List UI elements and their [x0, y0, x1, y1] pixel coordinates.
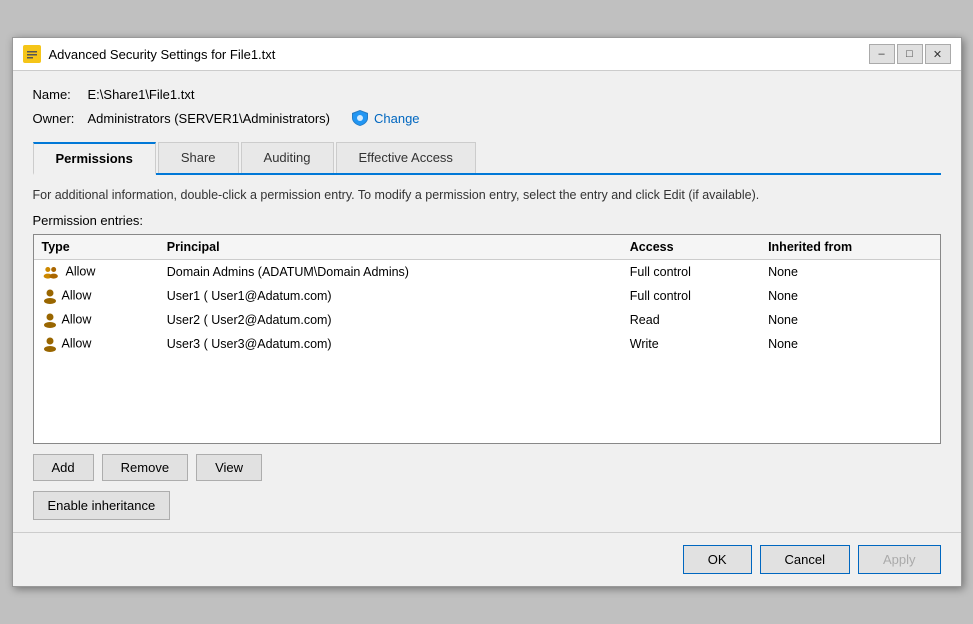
- col-access: Access: [622, 235, 760, 260]
- tab-permissions[interactable]: Permissions: [33, 142, 156, 175]
- table-header-row: Type Principal Access Inherited from: [34, 235, 940, 260]
- row-principal: Domain Admins (ADATUM\Domain Admins): [159, 259, 622, 284]
- row-access: Full control: [622, 259, 760, 284]
- tab-share[interactable]: Share: [158, 142, 239, 173]
- owner-row: Owner: Administrators (SERVER1\Administr…: [33, 108, 941, 128]
- tab-effective-access[interactable]: Effective Access: [336, 142, 476, 173]
- window-icon: [23, 45, 41, 63]
- row-inherited-from: None: [760, 332, 939, 356]
- table-row[interactable]: Allow User1 ( User1@Adatum.com)Full contr…: [34, 284, 940, 308]
- row-type: Allow: [62, 336, 92, 350]
- permission-table: Type Principal Access Inherited from All…: [34, 235, 940, 356]
- name-label: Name:: [33, 87, 88, 102]
- row-access: Full control: [622, 284, 760, 308]
- tab-auditing[interactable]: Auditing: [241, 142, 334, 173]
- add-button[interactable]: Add: [33, 454, 94, 481]
- apply-button[interactable]: Apply: [858, 545, 941, 574]
- user-icon: [42, 312, 58, 328]
- row-principal: User2 ( User2@Adatum.com): [159, 308, 622, 332]
- row-inherited-from: None: [760, 308, 939, 332]
- col-principal: Principal: [159, 235, 622, 260]
- tab-bar: Permissions Share Auditing Effective Acc…: [33, 142, 941, 175]
- user-icon: [42, 336, 58, 352]
- col-inherited-from: Inherited from: [760, 235, 939, 260]
- name-value: E:\Share1\File1.txt: [88, 87, 195, 102]
- row-type: Allow: [62, 288, 92, 302]
- change-label: Change: [374, 111, 420, 126]
- view-button[interactable]: View: [196, 454, 262, 481]
- name-row: Name: E:\Share1\File1.txt: [33, 87, 941, 102]
- title-bar: Advanced Security Settings for File1.txt…: [13, 38, 961, 71]
- user-icon: [42, 288, 58, 304]
- table-row[interactable]: Allow Domain Admins (ADATUM\Domain Admins…: [34, 259, 940, 284]
- permission-entries-label: Permission entries:: [33, 213, 941, 228]
- footer: OK Cancel Apply: [13, 532, 961, 586]
- group-users-icon: [42, 264, 62, 280]
- table-row[interactable]: Allow User3 ( User3@Adatum.com)WriteNone: [34, 332, 940, 356]
- row-type: Allow: [66, 264, 96, 278]
- row-type: Allow: [62, 312, 92, 326]
- ok-button[interactable]: OK: [683, 545, 752, 574]
- window-title: Advanced Security Settings for File1.txt: [49, 47, 861, 62]
- action-buttons: Add Remove View: [33, 454, 941, 481]
- cancel-button[interactable]: Cancel: [760, 545, 850, 574]
- content-area: Name: E:\Share1\File1.txt Owner: Adminis…: [13, 71, 961, 532]
- shield-icon: [350, 108, 370, 128]
- permission-table-container: Type Principal Access Inherited from All…: [33, 234, 941, 444]
- close-button[interactable]: ✕: [925, 44, 951, 64]
- remove-button[interactable]: Remove: [102, 454, 188, 481]
- minimize-button[interactable]: –: [869, 44, 895, 64]
- owner-label: Owner:: [33, 111, 88, 126]
- description-text: For additional information, double-click…: [33, 187, 941, 205]
- row-principal: User1 ( User1@Adatum.com): [159, 284, 622, 308]
- row-inherited-from: None: [760, 284, 939, 308]
- maximize-button[interactable]: □: [897, 44, 923, 64]
- row-inherited-from: None: [760, 259, 939, 284]
- row-principal: User3 ( User3@Adatum.com): [159, 332, 622, 356]
- change-button[interactable]: Change: [350, 108, 420, 128]
- enable-inheritance-button[interactable]: Enable inheritance: [33, 491, 171, 520]
- owner-value: Administrators (SERVER1\Administrators): [88, 111, 331, 126]
- row-access: Read: [622, 308, 760, 332]
- table-row[interactable]: Allow User2 ( User2@Adatum.com)ReadNone: [34, 308, 940, 332]
- row-access: Write: [622, 332, 760, 356]
- window-controls: – □ ✕: [869, 44, 951, 64]
- col-type: Type: [34, 235, 159, 260]
- main-window: Advanced Security Settings for File1.txt…: [12, 37, 962, 587]
